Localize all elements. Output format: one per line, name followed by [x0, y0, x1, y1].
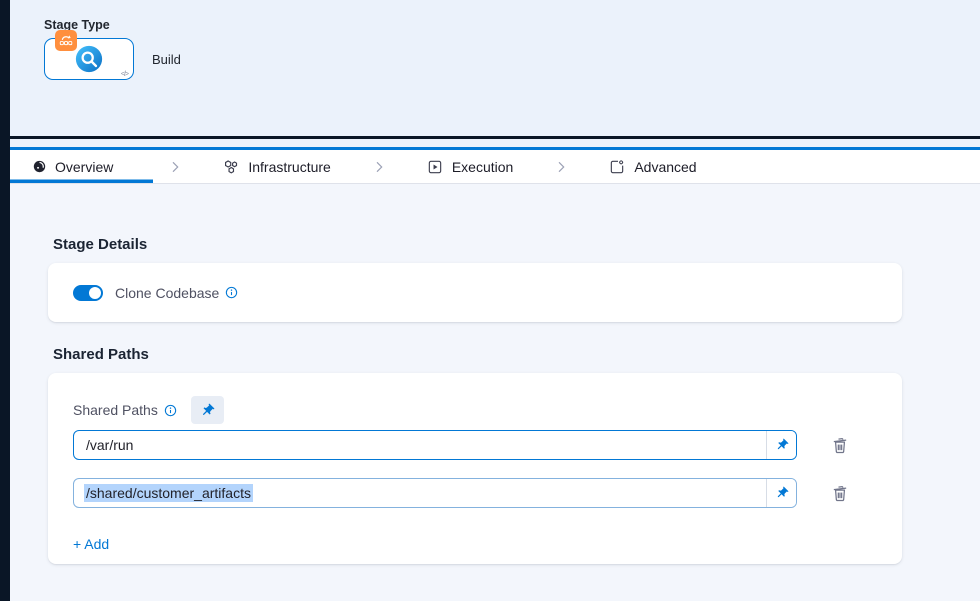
shared-path-row: /shared/customer_artifacts: [73, 478, 902, 508]
overview-icon: [33, 160, 46, 173]
pin-icon[interactable]: [766, 479, 796, 507]
stage-tabs: Overview Infrastructure Execution: [10, 150, 980, 184]
stage-type-value: Build: [152, 52, 181, 67]
stage-type-card[interactable]: </>: [44, 38, 134, 80]
tab-execution[interactable]: Execution: [401, 150, 539, 183]
chevron-right-icon: [553, 150, 569, 183]
runtime-input-pin-button[interactable]: [191, 396, 224, 424]
clone-codebase-label: Clone Codebase: [115, 285, 219, 301]
tab-label: Execution: [452, 159, 513, 175]
left-edge-panel: [0, 0, 10, 601]
delete-path-button[interactable]: [828, 433, 852, 457]
advanced-icon: [609, 159, 625, 175]
stage-details-card: Clone Codebase: [48, 263, 902, 322]
pipeline-rollback-badge-icon: [55, 30, 77, 51]
stage-type-label: Stage Type: [44, 18, 980, 32]
infrastructure-icon: [223, 159, 239, 175]
info-icon[interactable]: [225, 286, 238, 299]
tab-label: Overview: [55, 159, 113, 175]
shared-path-row: /var/run: [73, 430, 902, 460]
tab-overview[interactable]: Overview: [10, 150, 153, 183]
shared-path-input-1[interactable]: /var/run: [73, 430, 797, 460]
add-path-button[interactable]: + Add: [73, 536, 109, 552]
code-icon: </>: [121, 71, 128, 78]
tab-advanced[interactable]: Advanced: [583, 150, 722, 183]
tab-label: Advanced: [634, 159, 696, 175]
stage-details-heading: Stage Details: [53, 236, 980, 253]
tab-infrastructure[interactable]: Infrastructure: [197, 150, 356, 183]
delete-path-button[interactable]: [828, 481, 852, 505]
stage-type-section: Stage Type: [10, 0, 980, 136]
chevron-right-icon: [371, 150, 387, 183]
shared-paths-heading: Shared Paths: [53, 346, 980, 363]
build-stage-icon: [74, 44, 104, 74]
overview-tab-content: Stage Details Clone Codebase Shared Path…: [10, 184, 980, 564]
shared-path-value: /var/run: [86, 437, 133, 453]
shared-paths-field-label: Shared Paths: [73, 402, 158, 418]
panel-gap: [10, 139, 980, 147]
chevron-right-icon: [167, 150, 183, 183]
clone-codebase-toggle[interactable]: [73, 285, 103, 301]
shared-paths-card: Shared Paths /var/run: [48, 373, 902, 564]
execution-icon: [427, 159, 443, 175]
shared-path-value-selected: /shared/customer_artifacts: [84, 484, 253, 502]
tab-label: Infrastructure: [248, 159, 330, 175]
shared-path-input-2[interactable]: /shared/customer_artifacts: [73, 478, 797, 508]
pin-icon[interactable]: [766, 431, 796, 459]
info-icon[interactable]: [164, 404, 177, 417]
